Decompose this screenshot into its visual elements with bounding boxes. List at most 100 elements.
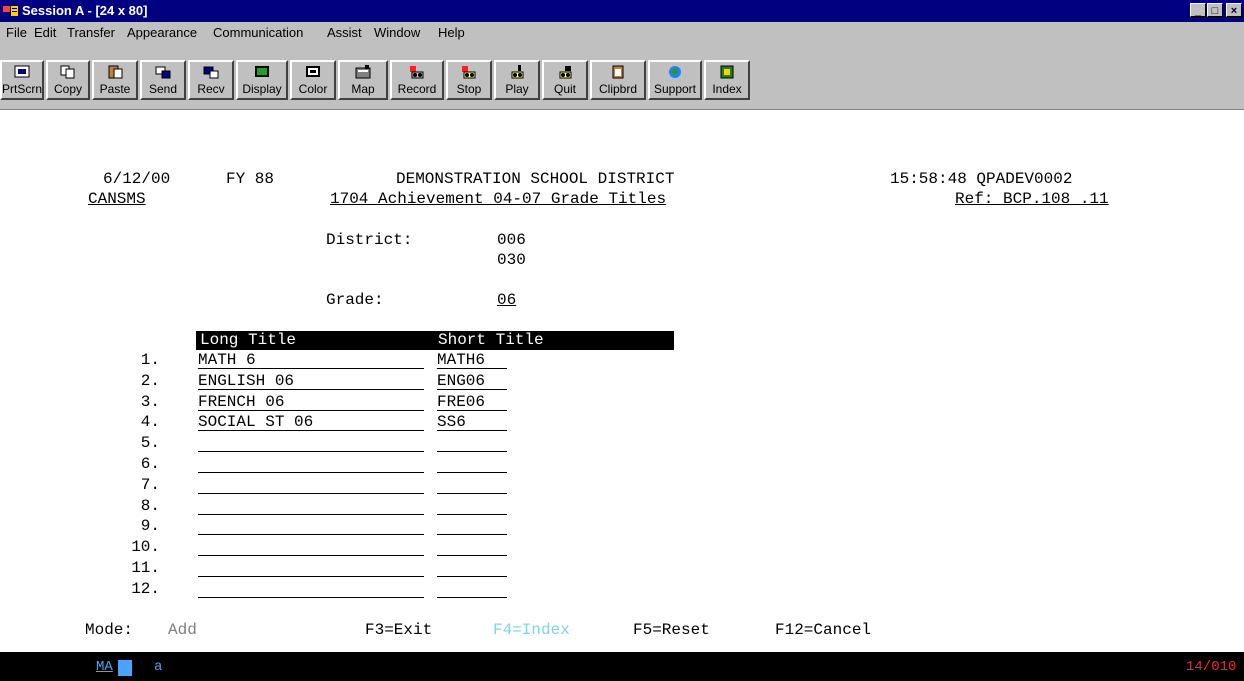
maximize-button[interactable]: □ bbox=[1207, 3, 1223, 17]
display-icon bbox=[255, 66, 269, 77]
grade-label: Grade: bbox=[326, 291, 384, 309]
short-title-underline bbox=[437, 451, 507, 452]
short-title-underline bbox=[437, 368, 507, 369]
copy-button[interactable]: Copy bbox=[46, 60, 90, 100]
long-title-underline bbox=[198, 534, 424, 535]
support-icon bbox=[669, 66, 681, 78]
row-number: 9. bbox=[140, 517, 160, 535]
button-label: PrtScrn bbox=[2, 82, 43, 96]
f3-exit-key[interactable]: F3=Exit bbox=[365, 621, 432, 639]
short-title-field[interactable]: ENG06 bbox=[437, 372, 485, 390]
status-lock-block bbox=[118, 660, 132, 676]
short-title-underline bbox=[437, 555, 507, 556]
short-title-underline bbox=[437, 472, 507, 473]
row-number: 4. bbox=[140, 413, 160, 431]
map-button[interactable]: Map bbox=[338, 60, 388, 100]
button-label: Send bbox=[148, 82, 178, 96]
district-label: District: bbox=[326, 231, 413, 249]
short-title-underline bbox=[437, 493, 507, 494]
play-button[interactable]: Play bbox=[494, 60, 540, 100]
long-title-underline bbox=[198, 389, 424, 390]
short-title-underline bbox=[437, 389, 507, 390]
long-title-field[interactable]: FRENCH 06 bbox=[198, 393, 284, 411]
menu-edit[interactable]: Edit bbox=[34, 22, 56, 44]
menu-assist[interactable]: Assist bbox=[327, 22, 362, 44]
button-label: Color bbox=[298, 82, 328, 96]
button-label: Paste bbox=[99, 82, 131, 96]
terminal-screen[interactable]: 6/12/00 FY 88 DEMONSTRATION SCHOOL DISTR… bbox=[0, 110, 1244, 652]
grade-field[interactable]: 06 bbox=[497, 291, 516, 309]
long-title-underline bbox=[198, 514, 424, 515]
mode-label: Mode: bbox=[85, 621, 134, 639]
screen-subtitle: 1704 Achievement 04-07 Grade Titles bbox=[330, 190, 667, 208]
long-title-underline bbox=[198, 451, 424, 452]
short-title-field[interactable]: FRE06 bbox=[437, 393, 485, 411]
short-title-field[interactable]: SS6 bbox=[437, 413, 466, 431]
long-title-underline bbox=[198, 576, 424, 577]
send-button[interactable]: Send bbox=[140, 60, 186, 100]
display-button[interactable]: Display bbox=[236, 60, 288, 100]
long-title-underline bbox=[198, 410, 424, 411]
row-number: 2. bbox=[140, 372, 160, 390]
menu-file[interactable]: File bbox=[6, 22, 27, 44]
quit-icon bbox=[559, 66, 572, 79]
record-button[interactable]: Record bbox=[390, 60, 444, 100]
clipboard-icon bbox=[612, 65, 624, 79]
support-button[interactable]: Support bbox=[648, 60, 702, 100]
long-title-underline bbox=[198, 472, 424, 473]
button-label: Record bbox=[397, 82, 437, 96]
short-title-underline bbox=[437, 534, 507, 535]
status-input-indicator: a bbox=[154, 659, 163, 675]
short-title-underline bbox=[437, 514, 507, 515]
button-label: Quit bbox=[553, 82, 576, 96]
app-icon bbox=[3, 6, 18, 16]
short-title-underline bbox=[437, 430, 507, 431]
toolbar: PrtScrn Copy Paste Send Recv Display Col… bbox=[0, 44, 1244, 110]
printscreen-icon bbox=[14, 65, 30, 78]
cursor-position: 14/010 bbox=[1186, 659, 1237, 675]
button-label: Display bbox=[242, 82, 282, 96]
f12-cancel-key[interactable]: F12=Cancel bbox=[775, 621, 871, 639]
play-icon bbox=[511, 65, 524, 79]
long-title-field[interactable]: MATH 6 bbox=[198, 351, 256, 369]
menu-appearance[interactable]: Appearance bbox=[127, 22, 197, 44]
stop-button[interactable]: Stop bbox=[446, 60, 492, 100]
printscreen-button[interactable]: PrtScrn bbox=[0, 60, 44, 100]
paste-button[interactable]: Paste bbox=[92, 60, 138, 100]
menu-communication[interactable]: Communication bbox=[213, 22, 303, 44]
long-title-underline bbox=[198, 368, 424, 369]
receive-button[interactable]: Recv bbox=[188, 60, 234, 100]
long-title-underline bbox=[198, 555, 424, 556]
status-session-indicator: MA bbox=[96, 659, 113, 675]
minimize-button[interactable]: _ bbox=[1190, 3, 1206, 17]
close-button[interactable]: × bbox=[1226, 3, 1242, 17]
button-label: Stop bbox=[456, 82, 482, 96]
long-title-header: Long Title bbox=[200, 331, 297, 349]
quit-button[interactable]: Quit bbox=[542, 60, 588, 100]
long-title-underline bbox=[198, 597, 424, 598]
button-label: Map bbox=[351, 82, 375, 96]
button-label: Index bbox=[712, 82, 742, 96]
short-title-header: Short Title bbox=[438, 331, 544, 349]
f4-index-key[interactable]: F4=Index bbox=[493, 621, 570, 639]
color-button[interactable]: Color bbox=[290, 60, 336, 100]
title-bar: Session A - [24 x 80] _ □ × bbox=[0, 0, 1244, 22]
button-label: Clipbrd bbox=[598, 82, 637, 96]
button-label: Play bbox=[505, 82, 529, 96]
receive-icon bbox=[203, 66, 219, 79]
f5-reset-key[interactable]: F5=Reset bbox=[633, 621, 710, 639]
short-title-field[interactable]: MATH6 bbox=[437, 351, 485, 369]
menu-window[interactable]: Window bbox=[374, 22, 420, 44]
menu-help[interactable]: Help bbox=[438, 22, 465, 44]
record-icon bbox=[410, 66, 424, 79]
row-number: 6. bbox=[140, 455, 160, 473]
index-button[interactable]: Index bbox=[704, 60, 750, 100]
row-number: 10. bbox=[131, 538, 160, 556]
long-title-field[interactable]: ENGLISH 06 bbox=[198, 372, 294, 390]
row-number: 8. bbox=[140, 497, 160, 515]
clipboard-button[interactable]: Clipbrd bbox=[590, 60, 646, 100]
menu-transfer[interactable]: Transfer bbox=[67, 22, 115, 44]
long-title-field[interactable]: SOCIAL ST 06 bbox=[198, 413, 313, 431]
paste-icon bbox=[108, 65, 123, 79]
row-number: 3. bbox=[140, 393, 160, 411]
